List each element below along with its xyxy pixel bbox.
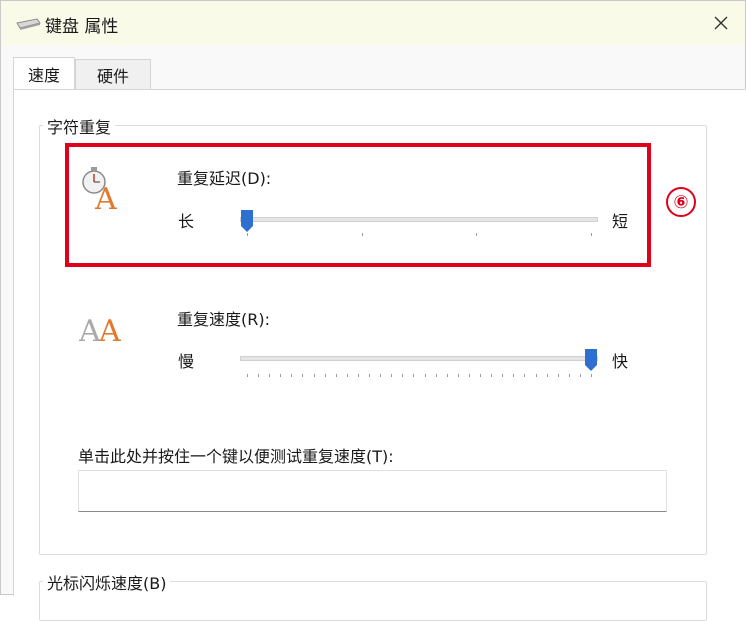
stopwatch-letter-a-icon: A (82, 167, 117, 211)
rate-slow-label: 慢 (178, 352, 195, 371)
slider-tick (476, 233, 478, 236)
slider-tick (591, 374, 592, 377)
repeat-rate-thumb[interactable] (584, 348, 598, 372)
slider-tick (380, 374, 382, 377)
slider-tick (491, 374, 493, 377)
slider-tick (413, 374, 415, 377)
slider-tick (335, 374, 337, 377)
slider-tick (546, 374, 548, 377)
repeat-delay-slider[interactable] (240, 209, 598, 245)
slider-tick (579, 374, 581, 377)
repeat-rate-track (240, 356, 598, 361)
svg-text:A: A (79, 314, 101, 345)
svg-text:A: A (94, 182, 117, 211)
character-repeat-legend: 字符重复 (43, 114, 116, 138)
slider-tick (391, 374, 393, 377)
slider-tick (247, 374, 248, 377)
slider-tick (435, 374, 437, 377)
slider-tick (247, 233, 248, 236)
slider-tick (424, 374, 426, 377)
repeat-test-input[interactable] (78, 470, 667, 512)
slider-tick (524, 374, 526, 377)
slider-tick (291, 374, 293, 377)
repeat-rate-slider[interactable] (240, 348, 598, 384)
title-bar: 键盘 属性 (1, 1, 745, 45)
slider-tick (346, 374, 348, 377)
keyboard-icon (16, 18, 41, 30)
keyboard-properties-window: 键盘 属性 速度 硬件 字符重复 A 重复延迟(D): 长 短 A A 重复速度… (0, 0, 746, 621)
slider-tick (568, 374, 570, 377)
delay-short-label: 短 (612, 212, 629, 231)
svg-text:A: A (98, 314, 121, 345)
repeat-test-label: 单击此处并按住一个键以便测试重复速度(T): (78, 447, 394, 466)
slider-tick (361, 233, 363, 236)
slider-tick (591, 233, 592, 236)
slider-tick (258, 374, 260, 377)
slider-tick (324, 374, 326, 377)
delay-long-label: 长 (178, 212, 195, 231)
slider-tick (302, 374, 304, 377)
repeat-delay-thumb[interactable] (240, 209, 254, 233)
double-letter-a-icon: A A (79, 314, 121, 345)
slider-tick (513, 374, 515, 377)
slider-tick (557, 374, 559, 377)
annotation-step-badge: ⑥ (666, 187, 696, 217)
tab-speed[interactable]: 速度 (13, 57, 75, 89)
repeat-delay-track (240, 217, 598, 222)
close-button[interactable] (703, 5, 739, 41)
cursor-blink-legend: 光标闪烁速度(B) (43, 570, 171, 594)
slider-tick (502, 374, 504, 377)
slider-tick (535, 374, 537, 377)
slider-tick (357, 374, 359, 377)
repeat-delay-label: 重复延迟(D): (177, 169, 272, 188)
tab-hardware[interactable]: 硬件 (75, 59, 151, 89)
slider-tick (402, 374, 404, 377)
slider-tick (457, 374, 459, 377)
slider-tick (369, 374, 371, 377)
close-icon (714, 16, 728, 30)
slider-tick (313, 374, 315, 377)
repeat-rate-label: 重复速度(R): (177, 310, 270, 329)
rate-fast-label: 快 (612, 352, 629, 371)
slider-tick (280, 374, 282, 377)
slider-tick (269, 374, 271, 377)
slider-tick (468, 374, 470, 377)
slider-tick (446, 374, 448, 377)
window-title: 键盘 属性 (45, 17, 119, 37)
slider-tick (480, 374, 482, 377)
